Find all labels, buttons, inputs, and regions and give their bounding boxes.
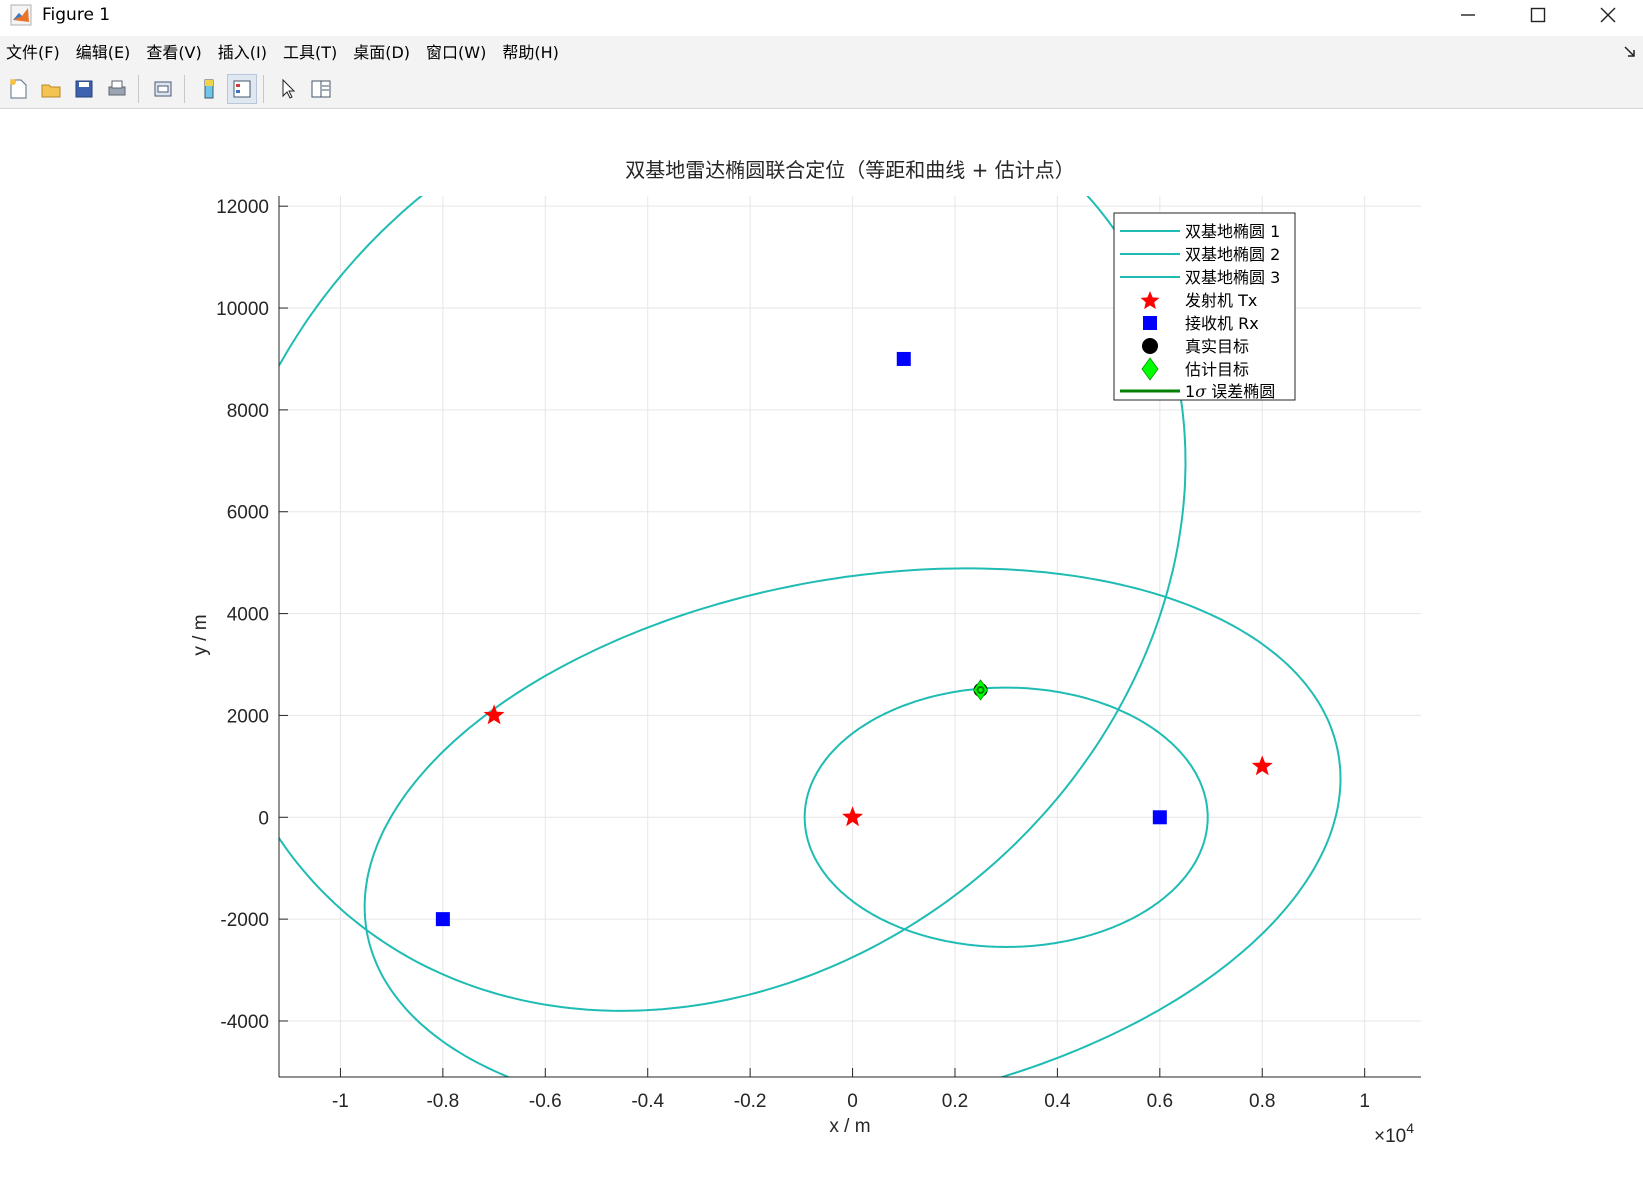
- maximize-button[interactable]: [1503, 0, 1573, 30]
- window-title: Figure 1: [42, 5, 111, 25]
- print-button[interactable]: [102, 74, 132, 104]
- toolbar-separator: [184, 75, 185, 103]
- x-exponent-base: ×10: [1374, 1126, 1406, 1147]
- legend-label-tx: 发射机 Tx: [1185, 291, 1257, 310]
- window-titlebar: Figure 1: [0, 0, 1643, 30]
- chart-title: 双基地雷达椭圆联合定位（等距和曲线 + 估计点）: [625, 158, 1074, 182]
- y-tick-label: -2000: [220, 910, 269, 931]
- toolbar-separator: [138, 75, 139, 103]
- menu-edit[interactable]: 编辑(E): [68, 36, 139, 70]
- close-icon: [1600, 7, 1616, 23]
- link-plot-button[interactable]: [148, 74, 178, 104]
- x-tick-label: -0.2: [734, 1091, 767, 1112]
- rx-marker: [435, 912, 450, 927]
- y-tick-label: 4000: [227, 605, 269, 626]
- property-inspector-icon: [311, 80, 331, 98]
- dock-arrow-icon[interactable]: [1623, 45, 1637, 59]
- legend-button[interactable]: [227, 74, 257, 104]
- legend-icon: [233, 80, 251, 98]
- menu-insert[interactable]: 插入(I): [210, 36, 275, 70]
- legend-error-suffix: 误差椭圆: [1206, 382, 1275, 401]
- pointer-icon: [282, 78, 296, 99]
- legend-error-prefix: 1: [1185, 382, 1195, 401]
- legend-label-rx: 接收机 Rx: [1185, 314, 1259, 333]
- x-axis-label: x / m: [829, 1116, 870, 1137]
- property-inspector-button[interactable]: [306, 74, 336, 104]
- x-exponent-power: 4: [1406, 1120, 1414, 1136]
- y-axis-label: y / m: [190, 614, 211, 655]
- y-tick-label: -4000: [220, 1012, 269, 1033]
- x-tick-label: 0.8: [1249, 1091, 1275, 1112]
- estimate-marker: [973, 679, 989, 701]
- legend-label-estimate: 估计目标: [1185, 360, 1249, 379]
- tx-marker: [483, 704, 505, 725]
- menu-tools[interactable]: 工具(T): [275, 36, 345, 70]
- y-tick-label: 12000: [216, 197, 269, 218]
- legend-label-true-target: 真实目标: [1185, 337, 1249, 356]
- menu-bar: 文件(F) 编辑(E) 查看(V) 插入(I) 工具(T) 桌面(D) 窗口(W…: [0, 36, 1643, 70]
- link-plot-icon: [154, 81, 172, 97]
- legend-label-ellipse-2: 双基地椭圆 2: [1185, 245, 1280, 264]
- y-tick-label: 10000: [216, 299, 269, 320]
- x-tick-label: -0.4: [631, 1091, 664, 1112]
- x-tick-label: -1: [332, 1091, 349, 1112]
- save-icon: [75, 80, 93, 98]
- legend-label-ellipse-3: 双基地椭圆 3: [1185, 268, 1280, 287]
- figure-canvas: -1 -0.8 -0.6 -0.4 -0.2 0 0.2 0.4 0.6 0.8 1 -4000 -20…: [0, 109, 1643, 1193]
- pointer-button[interactable]: [273, 74, 303, 104]
- minimize-button[interactable]: [1433, 0, 1503, 30]
- save-button[interactable]: [69, 74, 99, 104]
- x-tick-label: -0.6: [529, 1091, 562, 1112]
- print-icon: [108, 80, 126, 96]
- x-tick-label: 0: [847, 1091, 858, 1112]
- rx-marker: [1152, 810, 1167, 825]
- y-tick-label: 2000: [227, 706, 269, 727]
- x-tick-label: -0.8: [426, 1091, 459, 1112]
- new-figure-button[interactable]: [3, 74, 33, 104]
- legend-swatch-true-target: [1142, 338, 1158, 354]
- menu-view[interactable]: 查看(V): [138, 36, 209, 70]
- x-tick-label: 0.4: [1044, 1091, 1071, 1112]
- legend: 双基地椭圆 1 双基地椭圆 2 双基地椭圆 3 发射机 Tx 接收机 Rx 真实…: [1113, 212, 1296, 401]
- close-button[interactable]: [1573, 0, 1643, 30]
- matlab-logo-icon: [10, 4, 32, 26]
- y-tick-label: 8000: [227, 401, 269, 422]
- chart: -1 -0.8 -0.6 -0.4 -0.2 0 0.2 0.4 0.6 0.8 1 -4000 -20…: [190, 158, 1421, 1147]
- legend-label-error-ellipse: 1σ 误差椭圆: [1185, 382, 1275, 401]
- legend-label-ellipse-1: 双基地椭圆 1: [1185, 222, 1280, 241]
- x-exponent-label: ×104: [1374, 1120, 1414, 1147]
- x-tick-label: 0.2: [942, 1091, 968, 1112]
- x-tick-label: 1: [1359, 1091, 1370, 1112]
- x-tick-label: 0.6: [1147, 1091, 1173, 1112]
- menu-desktop[interactable]: 桌面(D): [345, 36, 418, 70]
- open-file-icon: [41, 84, 61, 98]
- menu-help[interactable]: 帮助(H): [494, 36, 567, 70]
- colorbar-icon: [204, 79, 214, 99]
- rx-marker: [896, 351, 911, 366]
- menu-window[interactable]: 窗口(W): [418, 36, 494, 70]
- bistatic-ellipse-2: [279, 196, 1187, 1012]
- y-tick-label: 6000: [227, 503, 269, 524]
- y-tick-label: 0: [258, 808, 269, 829]
- menu-file[interactable]: 文件(F): [0, 36, 68, 70]
- toolbar-separator: [263, 75, 264, 103]
- open-file-button[interactable]: [36, 74, 66, 104]
- legend-swatch-rx: [1143, 316, 1157, 330]
- minimize-icon: [1461, 14, 1475, 16]
- window-controls: [1433, 0, 1643, 30]
- colorbar-button[interactable]: [194, 74, 224, 104]
- new-figure-icon: [10, 79, 27, 99]
- maximize-icon: [1530, 7, 1546, 23]
- toolbar: [0, 70, 1643, 109]
